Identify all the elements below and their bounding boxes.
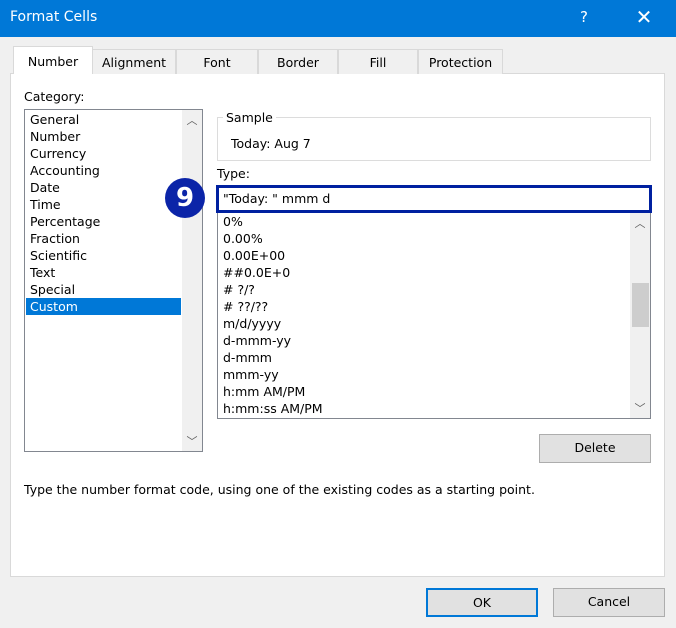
window-title: Format Cells [10,9,98,25]
type-item[interactable]: 0% [219,213,619,230]
close-button[interactable]: ✕ [632,5,656,29]
category-scrollbar[interactable]: ︿ ﹀ [182,110,202,451]
sample-value: Today: Aug 7 [231,136,311,151]
type-scrollbar[interactable]: ︿ ﹀ [630,213,650,418]
scroll-thumb[interactable] [632,283,649,327]
type-item[interactable]: ##0.0E+0 [219,264,619,281]
sample-label: Sample [223,110,276,125]
hint-text: Type the number format code, using one o… [24,482,535,497]
category-item[interactable]: Scientific [26,247,181,264]
scroll-up-icon[interactable]: ︿ [630,215,650,231]
tab-alignment[interactable]: Alignment [92,49,176,74]
type-item[interactable]: d-mmm [219,349,619,366]
delete-button[interactable]: Delete [539,434,651,463]
category-item[interactable]: Accounting [26,162,181,179]
category-item[interactable]: Number [26,128,181,145]
tab-border[interactable]: Border [258,49,338,74]
type-item[interactable]: 0.00E+00 [219,247,619,264]
type-item[interactable]: # ??/?? [219,298,619,315]
category-item[interactable]: Fraction [26,230,181,247]
tab-font[interactable]: Font [176,49,258,74]
type-item[interactable]: d-mmm-yy [219,332,619,349]
category-item[interactable]: Date [26,179,181,196]
tab-number[interactable]: Number [13,46,93,74]
scroll-up-icon[interactable]: ︿ [182,112,202,128]
category-label: Category: [24,89,85,104]
type-item[interactable]: h:mm:ss AM/PM [219,400,619,417]
type-item[interactable]: # ?/? [219,281,619,298]
type-item[interactable]: 0.00% [219,230,619,247]
ok-button[interactable]: OK [426,588,538,617]
category-item[interactable]: Currency [26,145,181,162]
type-item[interactable]: mmm-yy [219,366,619,383]
tab-protection[interactable]: Protection [418,49,503,74]
cancel-button[interactable]: Cancel [553,588,665,617]
title-bar: Format Cells ? ✕ [0,0,676,37]
category-item[interactable]: Time [26,196,181,213]
help-button[interactable]: ? [580,8,588,26]
type-item[interactable]: h:mm AM/PM [219,383,619,400]
category-item[interactable]: Special [26,281,181,298]
scroll-down-icon[interactable]: ﹀ [182,433,202,449]
type-item[interactable]: m/d/yyyy [219,315,619,332]
type-input[interactable]: "Today: " mmm d [216,185,652,213]
category-list[interactable]: General Number Currency Accounting Date Time P… [24,109,203,452]
category-item[interactable]: Percentage [26,213,181,230]
category-item[interactable]: Custom [26,298,181,315]
tab-fill[interactable]: Fill [338,49,418,74]
category-item[interactable]: General [26,111,181,128]
category-item[interactable]: Text [26,264,181,281]
scroll-down-icon[interactable]: ﹀ [630,400,650,416]
type-list[interactable]: 0% 0.00% 0.00E+00 ##0.0E+0 # ?/? # ??/?? m/d/y… [217,213,651,419]
type-label: Type: [217,166,250,181]
step-badge: 9 [165,178,205,218]
